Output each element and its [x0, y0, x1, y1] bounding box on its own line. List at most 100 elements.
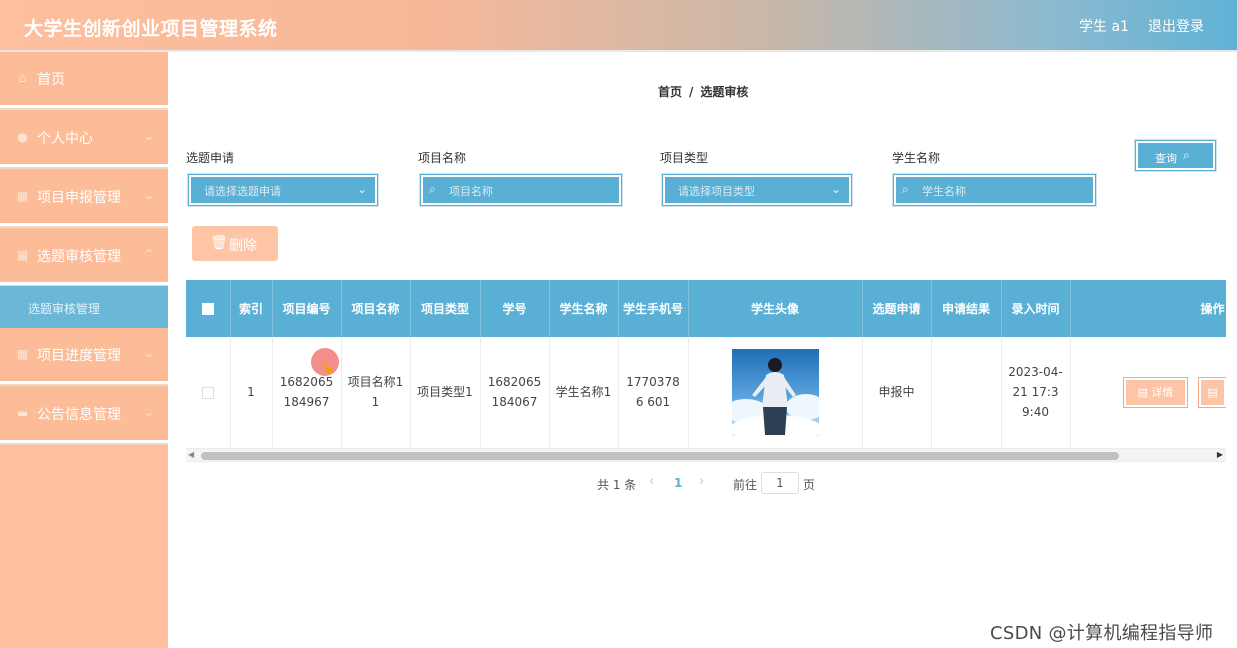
table-row[interactable]: 1 1682065 184967 项目名称11 项目类型1 1682065 18…	[186, 337, 1226, 448]
delete-button-label: 删除	[229, 238, 257, 254]
pagination-total: 共 1 条	[597, 478, 637, 492]
topic-apply-select[interactable]: 请选择选题申请 ⌄	[187, 173, 379, 207]
select-all-checkbox[interactable]	[201, 303, 214, 315]
search-icon: ⌕	[1183, 148, 1190, 162]
logout-link[interactable]: 退出登录	[1148, 16, 1204, 36]
chevron-down-icon: ⌄	[356, 182, 367, 196]
table-header-row: 索引 项目编号 项目名称 项目类型 学号 学生名称 学生手机号 学生头像 选题申…	[186, 280, 1226, 337]
select-placeholder: 请选择项目类型	[678, 185, 755, 198]
trash-icon: 🗑	[210, 235, 228, 251]
data-table: 索引 项目编号 项目名称 项目类型 学号 学生名称 学生手机号 学生头像 选题申…	[186, 280, 1226, 448]
pagination-page-button[interactable]: 1	[674, 476, 682, 490]
topic-apply-label: 选题申请	[186, 151, 235, 165]
row-select-cell[interactable]	[186, 337, 231, 448]
edit-icon: ▤	[1207, 385, 1218, 399]
column-header: 项目类型	[410, 280, 481, 337]
select-placeholder: 请选择选题申请	[204, 185, 281, 198]
breadcrumb: 首页 / 选题审核	[658, 83, 748, 100]
project-type-cell: 项目类型1	[410, 337, 481, 448]
search-icon: ⌕	[902, 182, 909, 196]
scroll-left-icon[interactable]: ◀	[188, 450, 194, 459]
select-all-header[interactable]	[186, 280, 231, 337]
pagination-goto-label: 前往	[733, 478, 758, 492]
chevron-down-icon: ⌄	[143, 129, 154, 143]
breadcrumb-home[interactable]: 首页	[658, 85, 682, 99]
user-icon: ●	[17, 130, 28, 144]
top-header: 大学生创新创业项目管理系统 学生 a1 退出登录	[0, 0, 1237, 52]
student-no-cell: 1682065 184067	[480, 337, 550, 448]
edit-button[interactable]: ▤	[1198, 376, 1226, 408]
scroll-right-icon[interactable]: ▶	[1217, 450, 1223, 459]
entry-time-cell: 2023-04-21 17:39:40	[1001, 337, 1071, 448]
scrollbar-thumb[interactable]	[201, 452, 1119, 460]
project-name-input[interactable]: ⌕ 项目名称	[419, 173, 623, 207]
sidebar-item-project-progress[interactable]: ▦ 项目进度管理 ⌄	[0, 328, 168, 384]
horizontal-scrollbar[interactable]: ◀ ▶	[186, 448, 1226, 462]
project-name-label: 项目名称	[418, 151, 467, 165]
grid-icon: ▦	[16, 189, 29, 203]
column-header: 选题申请	[862, 280, 932, 337]
sidebar-item-label: 个人中心	[37, 131, 93, 147]
breadcrumb-current: 选题审核	[700, 85, 749, 99]
home-icon: ⌂	[18, 71, 27, 85]
query-button[interactable]: 查询 ⌕	[1134, 139, 1217, 172]
avatar-cell	[688, 337, 863, 448]
column-header: 学生头像	[688, 280, 863, 337]
chevron-down-icon: ⌄	[830, 182, 841, 196]
chevron-left-icon[interactable]: ‹	[649, 474, 654, 489]
student-avatar[interactable]	[723, 348, 826, 443]
chevron-up-icon: ⌃	[143, 247, 154, 261]
column-header: 操作	[1070, 280, 1226, 337]
column-header: 项目名称	[341, 280, 411, 337]
student-name-label: 学生名称	[892, 151, 941, 165]
chevron-down-icon: ⌄	[143, 346, 154, 360]
grid-icon: ▦	[16, 347, 29, 361]
student-name-input[interactable]: ⌕ 学生名称	[892, 173, 1097, 207]
user-name[interactable]: 学生 a1	[1079, 16, 1129, 36]
breadcrumb-separator: /	[689, 85, 694, 99]
query-button-label: 查询	[1155, 152, 1177, 165]
detail-button[interactable]: ▤ 详情	[1122, 376, 1189, 408]
sidebar-item-label: 公告信息管理	[37, 407, 121, 423]
sidebar-item-label: 选题审核管理	[37, 249, 121, 265]
apply-result-cell	[931, 337, 1002, 448]
phone-cell: 17703786 601	[618, 337, 689, 448]
chevron-down-icon: ⌄	[143, 188, 154, 202]
column-header: 项目编号	[272, 280, 342, 337]
operation-cell: ▤ 详情 ▤	[1070, 337, 1226, 448]
sidebar-item-announcements[interactable]: ▬ 公告信息管理 ⌄	[0, 387, 168, 443]
app-title: 大学生创新创业项目管理系统	[24, 18, 278, 40]
column-header: 学生名称	[549, 280, 619, 337]
sidebar: ⌂ 首页 ● 个人中心 ⌄ ▦ 项目申报管理 ⌄ ▦ 选题审核管理 ⌃ 选题审核…	[0, 52, 168, 648]
project-type-select[interactable]: 请选择项目类型 ⌄	[661, 173, 853, 207]
column-header: 申请结果	[931, 280, 1002, 337]
sidebar-item-label: 首页	[37, 72, 65, 88]
index-cell: 1	[230, 337, 273, 448]
column-header: 学号	[480, 280, 550, 337]
pagination-page-unit: 页	[803, 478, 816, 492]
column-header: 录入时间	[1001, 280, 1071, 337]
submenu-item-label: 选题审核管理	[28, 302, 101, 316]
sidebar-item-project-declaration[interactable]: ▦ 项目申报管理 ⌄	[0, 170, 168, 226]
row-checkbox[interactable]	[201, 386, 214, 399]
input-placeholder: 学生名称	[922, 185, 966, 198]
chevron-right-icon[interactable]: ›	[699, 474, 704, 489]
avatar-image	[723, 348, 826, 443]
grid-icon: ▦	[16, 248, 29, 262]
watermark: CSDN @计算机编程指导师	[990, 623, 1214, 644]
chevron-down-icon: ⌄	[143, 405, 154, 419]
document-icon: ▤	[1137, 385, 1152, 399]
column-header: 索引	[230, 280, 273, 337]
sidebar-item-topic-review[interactable]: ▦ 选题审核管理 ⌃	[0, 229, 168, 285]
pagination-goto-input[interactable]: 1	[761, 472, 799, 494]
sidebar-item-home[interactable]: ⌂ 首页	[0, 52, 168, 108]
sidebar-item-personal-center[interactable]: ● 个人中心 ⌄	[0, 111, 168, 167]
sidebar-item-label: 项目进度管理	[37, 348, 121, 364]
topic-apply-cell: 申报中	[862, 337, 932, 448]
submenu-item-topic-review[interactable]: 选题审核管理	[0, 286, 168, 328]
column-header: 学生手机号	[618, 280, 689, 337]
input-placeholder: 项目名称	[449, 185, 493, 198]
message-icon: ▬	[16, 406, 29, 420]
project-type-label: 项目类型	[660, 151, 709, 165]
delete-button[interactable]: 🗑 删除	[192, 226, 278, 261]
